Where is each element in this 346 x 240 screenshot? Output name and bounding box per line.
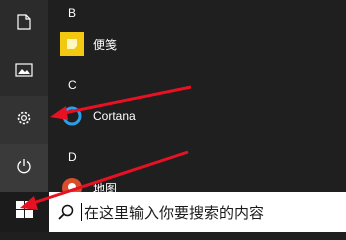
- section-header-d[interactable]: D: [68, 150, 77, 164]
- gear-icon: [15, 109, 33, 132]
- pictures-button[interactable]: [0, 48, 48, 96]
- pictures-icon: [15, 62, 33, 82]
- settings-button[interactable]: [0, 96, 48, 144]
- taskbar: 在这里输入你要搜索的内容: [0, 192, 346, 232]
- sticky-notes-icon: [60, 32, 84, 56]
- cortana-icon: [60, 104, 84, 128]
- app-cortana[interactable]: Cortana: [60, 100, 136, 132]
- app-label: Cortana: [93, 109, 136, 123]
- document-icon: [17, 13, 31, 35]
- power-button[interactable]: [0, 144, 48, 192]
- start-button[interactable]: [0, 192, 48, 232]
- documents-button[interactable]: [0, 0, 48, 48]
- text-caret: [81, 203, 82, 221]
- power-icon: [16, 158, 32, 179]
- windows-logo-icon: [15, 201, 33, 223]
- search-box[interactable]: 在这里输入你要搜索的内容: [49, 192, 346, 232]
- app-label: 便笺: [93, 37, 118, 52]
- start-menu-rail: [0, 0, 48, 192]
- search-icon: [51, 204, 81, 220]
- section-header-c[interactable]: C: [68, 78, 77, 92]
- app-sticky-notes[interactable]: 便笺: [60, 28, 117, 60]
- search-placeholder[interactable]: 在这里输入你要搜索的内容: [84, 202, 264, 223]
- section-header-b[interactable]: B: [68, 6, 76, 20]
- app-list: B 便笺 C Cortana D 地图: [48, 0, 346, 198]
